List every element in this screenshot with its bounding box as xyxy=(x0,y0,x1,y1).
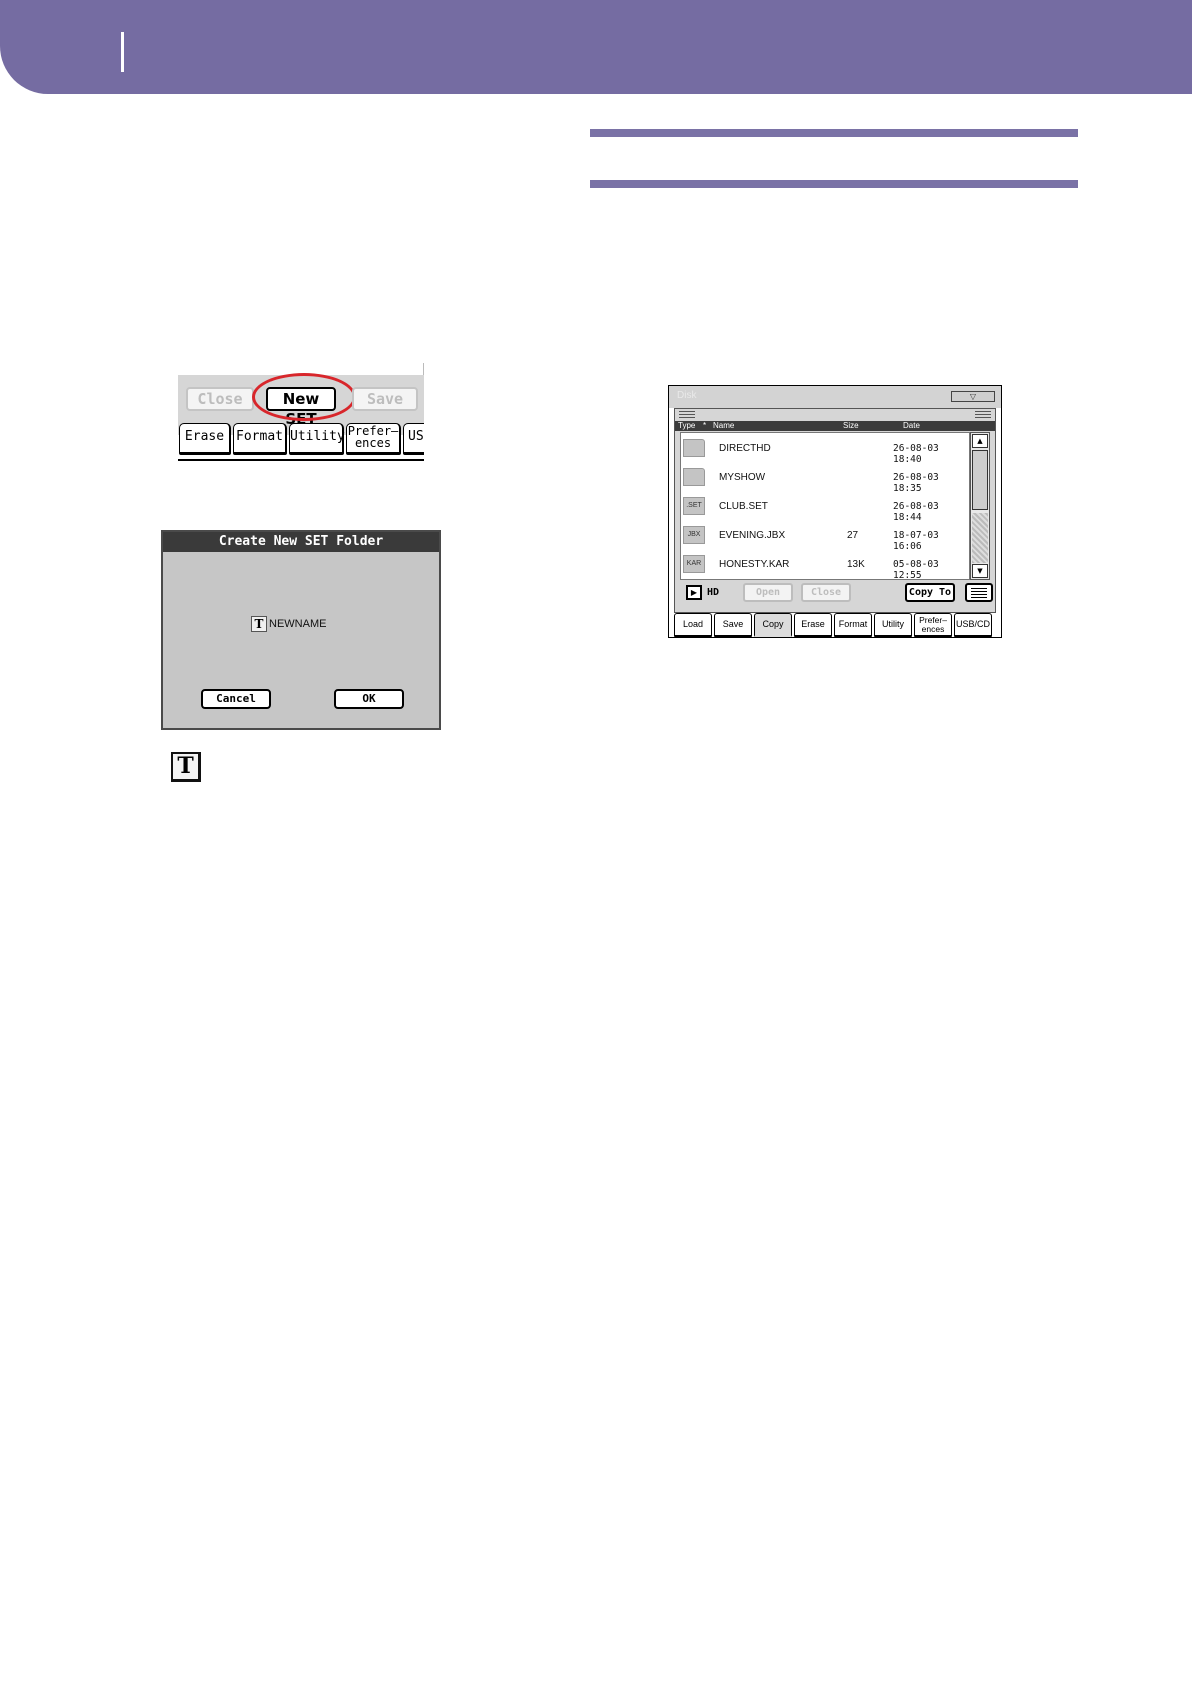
tab-format[interactable]: Format xyxy=(834,613,872,637)
col-name[interactable]: Name xyxy=(713,421,734,431)
file-list-panel: Type * Name Size Date DIRECTHD 26-08-03 1… xyxy=(674,408,996,613)
col-date[interactable]: Date xyxy=(903,421,920,431)
header-divider xyxy=(121,32,124,72)
col-type[interactable]: Type xyxy=(678,421,695,431)
tab-erase[interactable]: Erase xyxy=(179,423,231,455)
tab-erase[interactable]: Erase xyxy=(794,613,832,637)
tab-copy[interactable]: Copy xyxy=(754,613,792,637)
tab-usbcd[interactable]: USB/CD xyxy=(954,613,992,637)
scroll-track[interactable] xyxy=(972,513,988,563)
close-button[interactable]: Close xyxy=(186,387,254,411)
file-name: DIRECTHD xyxy=(719,443,771,454)
device-label: HD xyxy=(707,587,720,598)
tab-utility[interactable]: Utility xyxy=(874,613,912,637)
list-item[interactable]: JBX EVENING.JBX 27 18-07-03 16:06 xyxy=(681,521,971,552)
tab-load[interactable]: Load xyxy=(674,613,712,637)
dialog-title: Create New SET Folder xyxy=(163,532,439,552)
cancel-button[interactable]: Cancel xyxy=(201,689,271,709)
tab-save[interactable]: Save xyxy=(714,613,752,637)
file-size: 13K xyxy=(847,559,865,570)
file-date: 26-08-03 18:44 xyxy=(893,501,939,523)
tab-utility[interactable]: Utility xyxy=(289,423,345,455)
tab-preferences[interactable]: Prefer– ences xyxy=(914,613,952,637)
copy-to-button[interactable]: Copy To xyxy=(905,583,955,602)
create-new-set-folder-dialog: Create New SET Folder T NEWNAME Cancel O… xyxy=(161,530,441,730)
tab-format[interactable]: Format xyxy=(233,423,287,455)
path-handle-icon xyxy=(975,411,991,419)
highlight-circle xyxy=(252,373,356,421)
file-date: 26-08-03 18:35 xyxy=(893,472,939,494)
tab-baseline xyxy=(178,459,424,461)
list-item[interactable]: KAR HONESTY.KAR 13K 05-08-03 12:55 xyxy=(681,550,971,581)
list-header: Type * Name Size Date xyxy=(675,421,995,431)
file-name: HONESTY.KAR xyxy=(719,559,790,570)
file-size: 27 xyxy=(847,530,859,541)
file-date: 26-08-03 18:40 xyxy=(893,443,939,465)
file-name: EVENING.JBX xyxy=(719,530,786,541)
tab-preferences[interactable]: Prefer– ences xyxy=(346,423,401,455)
file-name: CLUB.SET xyxy=(719,501,768,512)
panel-edge xyxy=(423,363,424,375)
jbx-file-icon: JBX xyxy=(683,526,705,544)
file-list: DIRECTHD 26-08-03 18:40 MYSHOW 26-08-03 18:… xyxy=(680,432,971,581)
tab-usb[interactable]: USB xyxy=(403,423,424,455)
close-button[interactable]: Close xyxy=(801,583,851,602)
list-item[interactable]: .SET CLUB.SET 26-08-03 18:44 xyxy=(681,492,971,523)
file-date: 18-07-03 16:06 xyxy=(893,530,939,552)
ok-button[interactable]: OK xyxy=(334,689,404,709)
file-date: 05-08-03 12:55 xyxy=(893,559,939,581)
folder-icon xyxy=(683,439,705,457)
page-menu-dropdown[interactable]: ▽ xyxy=(951,391,995,402)
scroll-down-arrow-icon[interactable]: ▼ xyxy=(972,564,988,578)
text-edit-icon[interactable]: T xyxy=(251,616,267,632)
device-selector-arrow-icon[interactable]: ▶ xyxy=(686,585,702,600)
set-file-icon: .SET xyxy=(683,497,705,515)
section-rule-top xyxy=(590,129,1078,137)
folder-name-value: NEWNAME xyxy=(269,618,327,630)
save-button[interactable]: Save xyxy=(352,387,418,411)
list-menu-icon[interactable] xyxy=(965,583,993,602)
sort-marker: * xyxy=(703,421,707,430)
section-rule-bottom xyxy=(590,180,1078,188)
scroll-up-arrow-icon[interactable]: ▲ xyxy=(972,434,988,448)
file-browser-window: Disk ▽ Type * Name Size Date DIRECTHD 26-… xyxy=(668,385,1002,638)
file-name: MYSHOW xyxy=(719,472,766,483)
text-edit-icon-large: T xyxy=(171,752,201,782)
new-set-button-figure: Close New SET Save Erase Format Utility … xyxy=(178,363,424,463)
scroll-thumb[interactable] xyxy=(972,450,988,510)
open-button[interactable]: Open xyxy=(743,583,793,602)
window-title-bar: Disk ▽ xyxy=(669,386,1001,408)
page-header-band xyxy=(0,0,1192,94)
list-item[interactable]: DIRECTHD 26-08-03 18:40 xyxy=(681,434,971,465)
col-size[interactable]: Size xyxy=(843,421,859,431)
list-item[interactable]: MYSHOW 26-08-03 18:35 xyxy=(681,463,971,494)
path-handle-icon xyxy=(679,411,695,419)
folder-icon xyxy=(683,468,705,486)
scrollbar[interactable]: ▲ ▼ xyxy=(970,432,990,580)
kar-file-icon: KAR xyxy=(683,555,705,573)
window-title: Disk xyxy=(677,390,697,401)
